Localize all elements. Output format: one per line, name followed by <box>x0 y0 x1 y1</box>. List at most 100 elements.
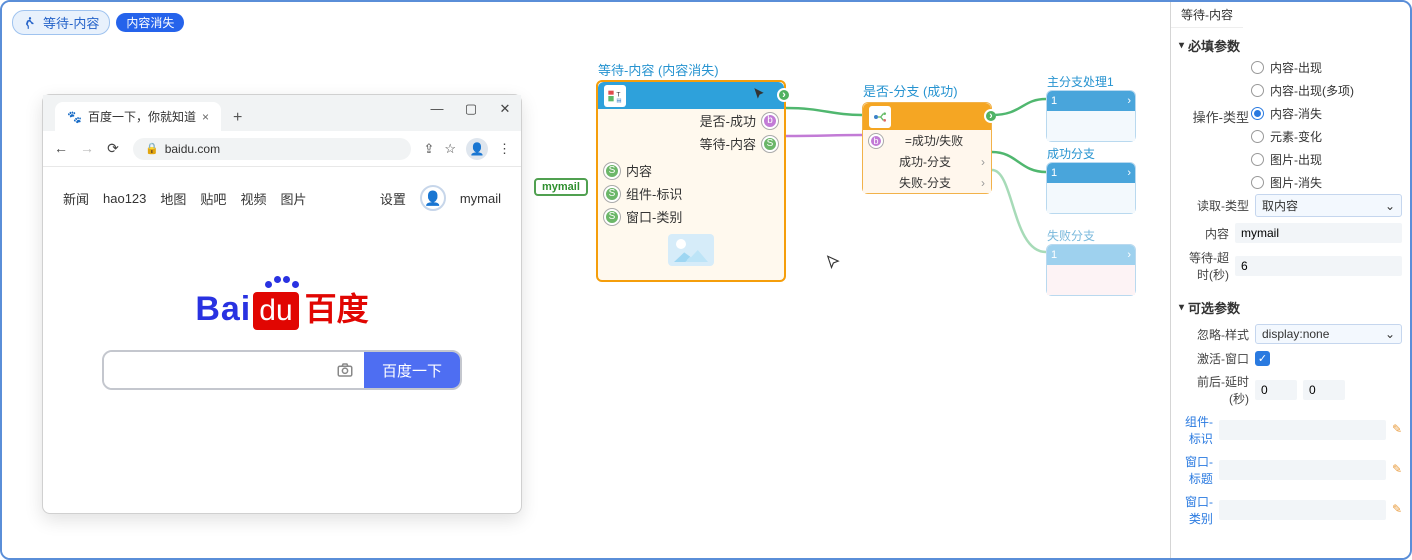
component-id-label[interactable]: 组件-标识 <box>1179 413 1213 447</box>
ignore-style-select[interactable]: display:none⌄ <box>1255 324 1402 344</box>
context-bar: 等待-内容 内容消失 <box>12 10 184 35</box>
context-main-pill[interactable]: 等待-内容 <box>12 10 110 35</box>
new-tab-button[interactable]: + <box>225 105 250 131</box>
nav-image[interactable]: 图片 <box>280 189 306 208</box>
maximize-icon[interactable]: ▢ <box>463 101 479 117</box>
chevron-right-icon[interactable]: › <box>1127 167 1131 179</box>
edit-icon[interactable]: ✎ <box>1392 502 1402 518</box>
nav-map[interactable]: 地图 <box>160 189 186 208</box>
radio-appear[interactable]: 内容-出现 <box>1251 59 1354 76</box>
cursor-icon <box>752 87 766 104</box>
chevron-right-icon[interactable]: › <box>1127 95 1131 107</box>
branch-header[interactable] <box>863 103 991 130</box>
nav-news[interactable]: 新闻 <box>63 189 89 208</box>
radio-appear-multi[interactable]: 内容-出现(多项) <box>1251 82 1354 99</box>
activate-row: 激活-窗口 ✓ <box>1179 347 1402 370</box>
search-input[interactable] <box>104 352 326 388</box>
edit-icon[interactable]: ✎ <box>1392 422 1402 438</box>
radio-image-appear[interactable]: 图片-出现 <box>1251 151 1354 168</box>
mini-num: 1 <box>1051 249 1057 261</box>
timeout-input[interactable] <box>1235 256 1402 276</box>
port-bool[interactable]: b <box>762 113 778 129</box>
section-title-optional[interactable]: 可选参数 <box>1179 294 1402 321</box>
toolbar-right: ⇪ ☆ 👤 ⋮ <box>423 138 511 160</box>
input-tag-mymail[interactable]: mymail <box>534 178 588 196</box>
baidu-logo: Bai du 百度 <box>63 281 501 330</box>
close-icon[interactable]: × <box>202 110 209 124</box>
nav-hao[interactable]: hao123 <box>103 191 146 206</box>
branch-fail-row: 失败-分支 › <box>863 172 991 193</box>
section-title-required[interactable]: 必填参数 <box>1179 32 1402 59</box>
port-in-content[interactable]: S <box>604 163 620 179</box>
back-icon[interactable]: ← <box>53 140 69 157</box>
close-window-icon[interactable]: ✕ <box>497 101 513 117</box>
window-title-input[interactable] <box>1219 460 1386 480</box>
star-icon[interactable]: ☆ <box>444 141 456 157</box>
node-inputs: S 内容 S 组件-标识 S 窗口-类别 <box>598 155 784 280</box>
mini-title: 失败分支 <box>1047 227 1095 244</box>
activate-checkbox[interactable]: ✓ <box>1255 351 1270 366</box>
branch-in-port[interactable]: b <box>869 134 883 148</box>
profile-icon[interactable]: 👤 <box>466 138 488 160</box>
read-type-select[interactable]: 取内容⌄ <box>1255 194 1402 217</box>
delay-before-input[interactable] <box>1255 380 1297 400</box>
radio-image-disappear[interactable]: 图片-消失 <box>1251 174 1354 191</box>
radio-disappear[interactable]: 内容-消失 <box>1251 105 1354 122</box>
browser-window: 🐾 百度一下，你就知道 × + — ▢ ✕ ← → ⟳ 🔒 <box>42 94 522 514</box>
menu-icon[interactable]: ⋮ <box>498 141 511 157</box>
window-class-input[interactable] <box>1219 500 1386 520</box>
reload-icon[interactable]: ⟳ <box>105 140 121 157</box>
browser-viewport: 新闻 hao123 地图 贴吧 视频 图片 设置 👤 mymail <box>43 167 521 513</box>
url-field[interactable]: 🔒 baidu.com <box>133 138 411 160</box>
avatar-icon[interactable]: 👤 <box>420 185 446 211</box>
branch-exec-out[interactable] <box>984 109 998 123</box>
chevron-down-icon: ⌄ <box>1385 327 1395 341</box>
nav-tieba[interactable]: 贴吧 <box>200 189 226 208</box>
window-buttons: — ▢ ✕ <box>429 101 513 117</box>
walk-icon <box>23 16 37 30</box>
nav-user[interactable]: mymail <box>460 191 501 206</box>
share-icon[interactable]: ⇪ <box>423 141 434 157</box>
port-in-window[interactable]: S <box>604 209 620 225</box>
minimize-icon[interactable]: — <box>429 101 445 117</box>
nav-settings[interactable]: 设置 <box>380 189 406 208</box>
forward-icon[interactable]: → <box>79 140 95 157</box>
chevron-right-icon[interactable]: › <box>981 155 985 169</box>
window-title-row: 窗口-标题 ✎ <box>1179 450 1402 490</box>
mini-num: 1 <box>1051 167 1057 179</box>
delay-after-input[interactable] <box>1303 380 1345 400</box>
component-id-input[interactable] <box>1219 420 1386 440</box>
context-title: 等待-内容 <box>43 13 99 32</box>
exec-out-port[interactable] <box>777 88 791 102</box>
url-text: baidu.com <box>165 142 220 156</box>
node-branch[interactable]: 是否-分支 (成功) b =成功/失败 成功-分支 › 失败-分支 › <box>862 102 992 194</box>
node-main-handler[interactable]: 主分支处理1 1› <box>1046 90 1136 142</box>
nav-video[interactable]: 视频 <box>240 189 266 208</box>
radio-element-change[interactable]: 元素-变化 <box>1251 128 1354 145</box>
node-fail-handler[interactable]: 失败分支 1› <box>1046 244 1136 296</box>
edit-icon[interactable]: ✎ <box>1392 462 1402 478</box>
property-panel: 等待-内容 必填参数 操作-类型 内容-出现 内容-出现(多项) 内容-消失 元… <box>1170 2 1410 558</box>
content-input[interactable] <box>1235 223 1402 243</box>
node-wait-content[interactable]: 等待-内容 (内容消失) T▤ 是否-成功 b 等待-内容 S S <box>596 80 786 282</box>
node-success-handler[interactable]: 成功分支 1› <box>1046 162 1136 214</box>
chevron-down-icon: ⌄ <box>1385 199 1395 213</box>
node-type-icon: T▤ <box>604 85 626 107</box>
browser-tab[interactable]: 🐾 百度一下，你就知道 × <box>55 102 221 131</box>
chevron-right-icon[interactable]: › <box>981 176 985 190</box>
branch-cond-label: =成功/失败 <box>905 132 963 149</box>
node-header[interactable]: T▤ <box>598 82 784 109</box>
branch-fail-label: 失败-分支 <box>899 174 951 191</box>
read-type-row: 读取-类型 取内容⌄ <box>1179 191 1402 220</box>
window-title-label[interactable]: 窗口-标题 <box>1179 453 1213 487</box>
camera-icon[interactable] <box>326 352 364 388</box>
canvas[interactable]: 🐾 百度一下，你就知道 × + — ▢ ✕ ← → ⟳ 🔒 <box>2 2 1170 558</box>
panel-tab[interactable]: 等待-内容 <box>1171 2 1243 28</box>
logo-du: du <box>253 292 298 330</box>
context-sub-pill[interactable]: 内容消失 <box>116 13 184 32</box>
port-string[interactable]: S <box>762 136 778 152</box>
window-class-label[interactable]: 窗口-类别 <box>1179 493 1213 527</box>
search-button[interactable]: 百度一下 <box>364 352 460 388</box>
port-in-component[interactable]: S <box>604 186 620 202</box>
chevron-right-icon[interactable]: › <box>1127 249 1131 261</box>
